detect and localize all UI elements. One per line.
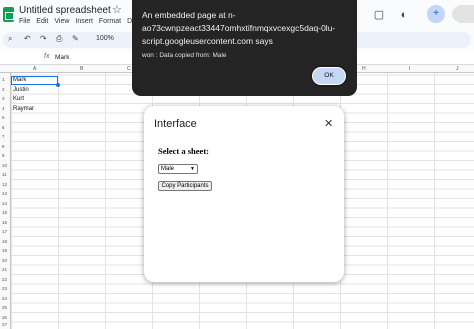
sheet-select-value: Male xyxy=(161,166,175,172)
cell-a2[interactable]: Justin xyxy=(13,87,29,93)
search-icon[interactable]: ⌕ xyxy=(8,34,12,44)
row-header[interactable]: 16 xyxy=(2,220,7,225)
column-header[interactable]: C xyxy=(127,66,131,72)
undo-icon[interactable]: ↶ xyxy=(24,34,31,43)
select-sheet-label: Select a sheet: xyxy=(158,146,209,156)
row-header[interactable]: 11 xyxy=(2,172,7,177)
row-header[interactable]: 9 xyxy=(2,153,5,158)
copy-participants-button[interactable]: Copy Participants xyxy=(158,181,212,191)
column-header[interactable]: B xyxy=(80,66,83,72)
interface-modal: Interface ✕ Select a sheet: Male ▼ Copy … xyxy=(144,106,344,282)
row-header[interactable]: 5 xyxy=(2,115,5,120)
star-icon[interactable]: ☆ xyxy=(112,3,122,16)
row-header[interactable]: 3 xyxy=(2,96,5,101)
row-header[interactable]: 14 xyxy=(2,201,7,206)
menu-edit[interactable]: Edit xyxy=(36,18,48,25)
menu-insert[interactable]: Insert xyxy=(75,18,93,25)
menu-file[interactable]: File xyxy=(19,18,30,25)
zoom-select[interactable]: 100% xyxy=(96,35,114,42)
row-header[interactable]: 8 xyxy=(2,144,5,149)
row-header[interactable]: 21 xyxy=(2,267,7,272)
menu-format[interactable]: Format xyxy=(99,18,121,25)
row-header[interactable]: 20 xyxy=(2,258,7,263)
cell-a4[interactable]: Raymar xyxy=(13,106,34,112)
row-header[interactable]: 6 xyxy=(2,125,5,130)
column-header[interactable]: I xyxy=(409,66,410,72)
row-header[interactable]: 19 xyxy=(2,248,7,253)
column-header[interactable]: J xyxy=(456,66,459,72)
row-header[interactable]: 2 xyxy=(2,87,5,92)
sheets-logo-icon[interactable] xyxy=(3,7,14,22)
row-header[interactable]: 17 xyxy=(2,229,7,234)
sheet-select[interactable]: Male ▼ xyxy=(158,164,198,174)
row-header[interactable]: 24 xyxy=(2,296,7,301)
cell-selection xyxy=(11,76,58,85)
menu-bar: File Edit View Insert Format D xyxy=(19,18,132,25)
meet-icon[interactable]: ◐ xyxy=(397,8,411,22)
row-header[interactable]: 15 xyxy=(2,210,7,215)
row-header[interactable]: 4 xyxy=(2,106,5,111)
row-header[interactable]: 26 xyxy=(2,315,7,320)
row-header[interactable]: 22 xyxy=(2,277,7,282)
row-header[interactable]: 12 xyxy=(2,182,7,187)
share-icon[interactable]: + xyxy=(427,5,445,23)
document-title[interactable]: Untitled spreadsheet xyxy=(19,5,111,16)
row-header[interactable]: 23 xyxy=(2,286,7,291)
modal-title: Interface xyxy=(154,118,197,130)
column-header[interactable]: H xyxy=(362,66,366,72)
row-header[interactable]: 7 xyxy=(2,134,5,139)
close-icon[interactable]: ✕ xyxy=(324,117,333,130)
ok-button[interactable]: OK xyxy=(312,67,346,85)
paint-format-icon[interactable]: ✎ xyxy=(72,34,79,43)
fx-label: fx xyxy=(44,53,50,60)
avatar[interactable] xyxy=(452,5,474,23)
row-header[interactable]: 10 xyxy=(2,163,7,168)
redo-icon[interactable]: ↷ xyxy=(40,34,47,43)
cell-a3[interactable]: Kurt xyxy=(13,96,24,102)
row-header[interactable]: 25 xyxy=(2,305,7,310)
alert-heading: An embedded page at n-ao73cwnpzeact33447… xyxy=(142,10,336,46)
row-header[interactable]: 18 xyxy=(2,239,7,244)
fill-handle[interactable] xyxy=(56,83,60,87)
row-header[interactable]: 1 xyxy=(2,77,5,82)
formula-input[interactable]: Mark xyxy=(55,54,69,61)
row-header[interactable]: 27 xyxy=(2,322,7,327)
print-icon[interactable]: ⎙ xyxy=(56,34,62,44)
alert-message: won : Data copied from: Male xyxy=(142,52,227,59)
row-header[interactable]: 13 xyxy=(2,191,7,196)
menu-view[interactable]: View xyxy=(54,18,69,25)
column-header[interactable]: A xyxy=(33,66,36,72)
comment-icon[interactable]: ▢ xyxy=(372,8,386,22)
chevron-down-icon: ▼ xyxy=(190,166,195,172)
